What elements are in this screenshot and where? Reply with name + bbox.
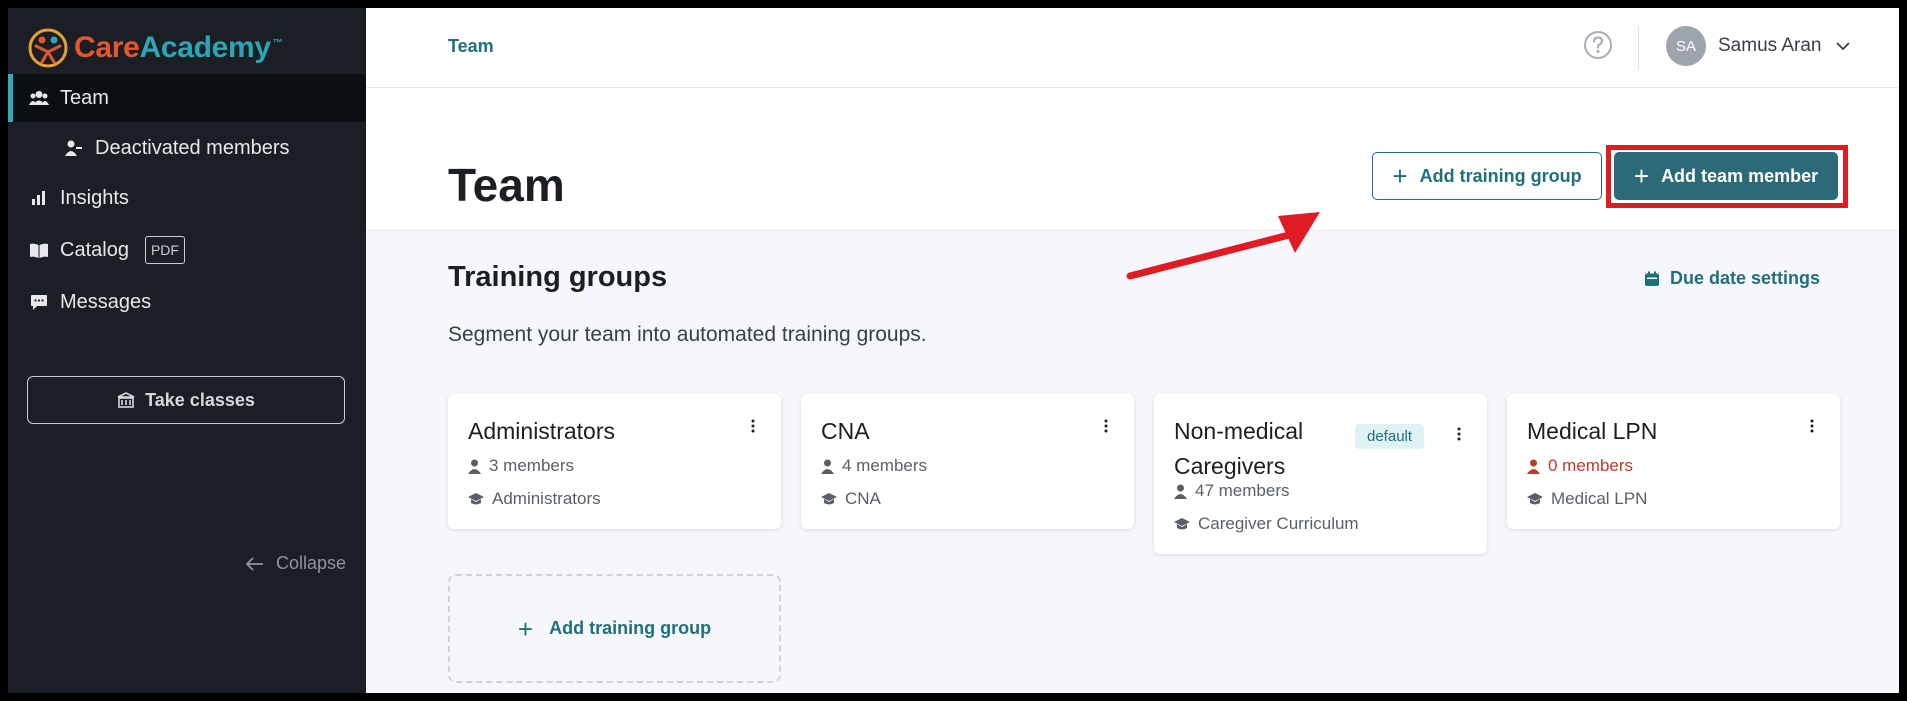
collapse-button[interactable]: Collapse [245, 553, 346, 574]
kebab-menu-icon[interactable] [1802, 416, 1822, 436]
person-icon [821, 459, 834, 474]
plus-icon: + [517, 613, 534, 644]
sidebar: CareAcademy ™ Team Deactivated members In… [8, 8, 366, 693]
person-icon [468, 459, 481, 474]
sidebar-item-insights[interactable]: Insights [8, 174, 366, 222]
sidebar-item-messages[interactable]: Messages [8, 278, 366, 326]
sidebar-item-label: Messages [60, 290, 152, 313]
graduation-cap-icon [821, 492, 837, 507]
add-training-group-label: Add training group [1419, 165, 1582, 186]
careacademy-logo[interactable]: CareAcademy ™ [28, 28, 283, 68]
graduation-cap-icon [468, 492, 484, 507]
sidebar-item-deactivated-members[interactable]: Deactivated members [8, 124, 366, 172]
users-icon [28, 87, 50, 109]
plus-icon: + [1392, 161, 1408, 191]
topbar: Team SA Samus Aran [366, 8, 1899, 88]
sidebar-item-label: Insights [60, 186, 129, 209]
chevron-down-icon [1835, 41, 1850, 51]
person-icon [1174, 484, 1187, 499]
help-icon[interactable] [1583, 30, 1613, 60]
pdf-badge[interactable]: PDF [144, 236, 185, 264]
kebab-menu-icon[interactable] [1449, 424, 1469, 444]
breadcrumb[interactable]: Team [448, 36, 494, 57]
arrow-left-icon [245, 556, 264, 571]
sidebar-item-label: Catalog [60, 238, 129, 261]
school-icon [117, 391, 135, 409]
collapse-label: Collapse [275, 553, 346, 573]
sidebar-item-label: Deactivated members [95, 136, 290, 159]
app-window: CareAcademy ™ Team Deactivated members In… [8, 8, 1899, 693]
group-name: Non-medical Caregivers [1174, 418, 1304, 479]
due-date-settings-label: Due date settings [1670, 268, 1821, 288]
bar-chart-icon [28, 187, 50, 209]
training-group-card[interactable]: Administrators 3 members Administrators [448, 394, 781, 529]
chat-icon [28, 291, 50, 313]
person-icon [1527, 459, 1540, 474]
member-count: 4 members [821, 456, 927, 476]
annotation-arrow [1126, 212, 1320, 280]
topbar-divider [1638, 26, 1639, 70]
curriculum: CNA [821, 489, 881, 509]
curriculum: Medical LPN [1527, 489, 1647, 509]
logo-text: CareAcademy ™ [74, 31, 283, 64]
sidebar-item-label: Team [60, 86, 109, 109]
member-count: 0 members [1527, 456, 1633, 476]
user-name: Samus Aran [1718, 35, 1822, 56]
kebab-menu-icon[interactable] [1096, 416, 1116, 436]
group-name: Administrators [468, 418, 615, 444]
member-count: 3 members [468, 456, 574, 476]
sidebar-item-team[interactable]: Team [8, 74, 366, 122]
avatar: SA [1666, 26, 1706, 66]
kebab-menu-icon[interactable] [743, 416, 763, 436]
training-group-card[interactable]: Non-medical Caregivers default 47 member… [1154, 394, 1487, 554]
training-group-card[interactable]: CNA 4 members CNA [801, 394, 1134, 529]
page-title: Team [448, 159, 565, 211]
add-team-member-label: Add team member [1661, 165, 1819, 186]
add-training-group-button[interactable]: + Add training group [1372, 152, 1602, 200]
graduation-cap-icon [1174, 517, 1190, 532]
logo-icon [28, 28, 68, 68]
user-minus-icon [63, 137, 85, 159]
plus-icon: + [1633, 161, 1650, 191]
group-name: CNA [821, 418, 870, 444]
group-name: Medical LPN [1527, 418, 1658, 444]
training-groups-description: Segment your team into automated trainin… [448, 323, 927, 346]
graduation-cap-icon [1527, 492, 1543, 507]
training-group-card[interactable]: Medical LPN 0 members Medical LPN [1507, 394, 1840, 529]
take-classes-button[interactable]: Take classes [27, 376, 345, 424]
add-team-member-button[interactable]: + Add team member [1614, 152, 1838, 200]
add-training-group-card[interactable]: + Add training group [448, 574, 781, 683]
book-icon [28, 239, 50, 261]
training-groups-title: Training groups [448, 261, 668, 293]
take-classes-label: Take classes [145, 389, 255, 410]
calendar-icon [1644, 271, 1660, 287]
sidebar-item-catalog[interactable]: Catalog PDF [8, 226, 366, 274]
user-menu[interactable]: SA Samus Aran [1666, 26, 1850, 66]
curriculum: Administrators [468, 489, 601, 509]
default-badge: default [1355, 424, 1425, 449]
curriculum: Caregiver Curriculum [1174, 514, 1359, 534]
due-date-settings-link[interactable]: Due date settings [1644, 268, 1820, 289]
member-count: 47 members [1174, 481, 1289, 501]
add-training-group-card-label: Add training group [549, 618, 712, 638]
